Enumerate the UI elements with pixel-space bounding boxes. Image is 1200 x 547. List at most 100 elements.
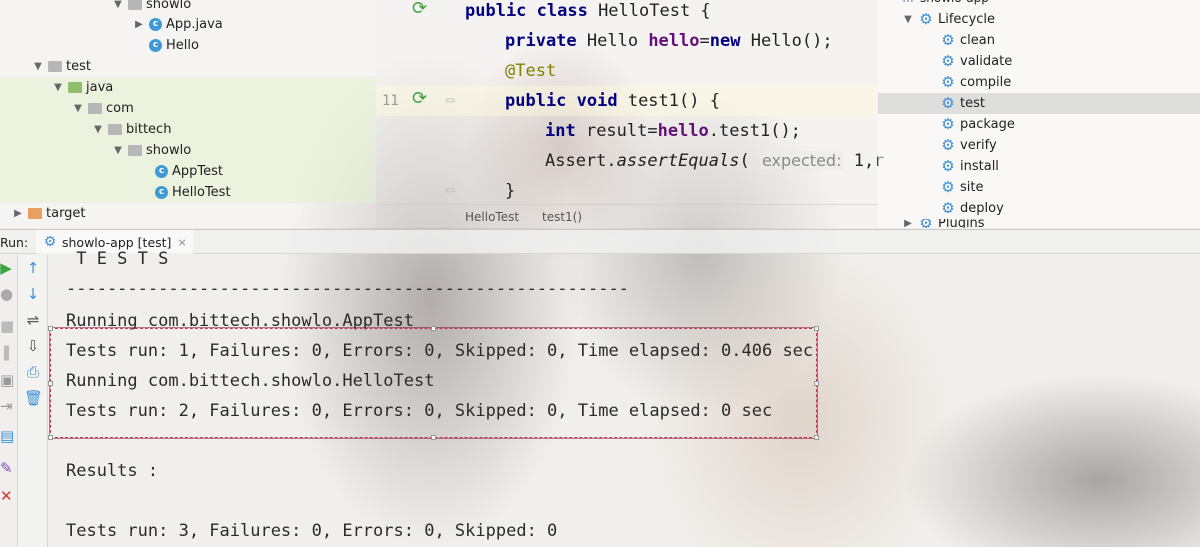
maven-project[interactable]: m showlo-app bbox=[900, 0, 989, 9]
code-line: } bbox=[505, 181, 516, 201]
fold-icon[interactable]: ▭ bbox=[446, 182, 468, 204]
fold-icon[interactable]: ▭ bbox=[446, 92, 468, 114]
java-class-icon: c bbox=[149, 39, 162, 52]
test-class-icon: c bbox=[155, 186, 168, 199]
maven-phase-deploy[interactable]: ⚙ deploy bbox=[940, 198, 1004, 219]
gear-icon: ⚙ bbox=[941, 94, 955, 112]
chevron-right-icon[interactable]: ▶ bbox=[133, 14, 145, 35]
parameter-hint: expected: bbox=[759, 151, 844, 170]
code-line: int result=hello.test1(); bbox=[545, 121, 801, 141]
resize-handle[interactable] bbox=[814, 326, 819, 331]
rerun-icon[interactable]: ▶ bbox=[0, 259, 12, 277]
run-tool-window-header: Run: ⚙ showlo-app [test] × bbox=[0, 229, 1200, 254]
test-class-icon: c bbox=[155, 165, 168, 178]
arrow-up-icon[interactable]: ↑ bbox=[24, 259, 42, 277]
chevron-down-icon[interactable]: ▼ bbox=[52, 77, 64, 98]
line-number: 11 bbox=[382, 93, 399, 109]
maven-lifecycle[interactable]: ▼ ⚙ Lifecycle bbox=[902, 9, 995, 30]
chevron-down-icon[interactable]: ▼ bbox=[72, 98, 84, 119]
resize-handle[interactable] bbox=[48, 326, 53, 331]
scroll-to-end-icon[interactable]: ⇩ bbox=[24, 337, 42, 355]
tree-item-showlo-test[interactable]: ▼ showlo bbox=[0, 140, 376, 161]
chevron-right-icon[interactable]: ▶ bbox=[12, 203, 24, 224]
excluded-folder-icon bbox=[28, 208, 42, 219]
maven-phase-test[interactable]: ⚙ test bbox=[878, 93, 1200, 114]
resize-handle[interactable] bbox=[431, 326, 436, 331]
maven-phase-compile[interactable]: ⚙ compile bbox=[940, 72, 1011, 93]
gear-icon: ⚙ bbox=[43, 234, 57, 250]
stop-icon[interactable]: ■ bbox=[0, 317, 14, 335]
folder-icon bbox=[128, 145, 142, 156]
gear-icon: ⚙ bbox=[941, 157, 955, 175]
chevron-down-icon[interactable]: ▼ bbox=[112, 140, 124, 161]
gear-icon: ⚙ bbox=[941, 178, 955, 196]
resize-handle[interactable] bbox=[814, 435, 819, 440]
maven-icon: m bbox=[900, 0, 916, 9]
chevron-down-icon[interactable]: ▼ bbox=[902, 9, 914, 30]
resize-handle[interactable] bbox=[431, 435, 436, 440]
soft-wrap-icon[interactable]: ⇌ bbox=[24, 311, 42, 329]
maven-phase-verify[interactable]: ⚙ verify bbox=[940, 135, 996, 156]
tree-item-app-java[interactable]: ▶ c App.java bbox=[133, 14, 223, 35]
close-icon[interactable]: × bbox=[177, 236, 186, 249]
console-toolbar: ↑ ↓ ⇌ ⇩ ⎙ 🗑 bbox=[18, 255, 48, 547]
editor-breadcrumb: HelloTest test1() bbox=[376, 204, 878, 228]
trash-icon[interactable]: 🗑 bbox=[24, 389, 43, 407]
settings-icon[interactable]: ✎ bbox=[0, 459, 13, 477]
maven-panel: m showlo-app ▼ ⚙ Lifecycle ⚙clean ⚙valid… bbox=[878, 0, 1200, 228]
project-tree: ▼ showlo ▶ c App.java c Hello ▼ test ▼ j… bbox=[0, 0, 376, 228]
maven-phase-package[interactable]: ⚙ package bbox=[940, 114, 1015, 135]
code-line: public class HelloTest { bbox=[465, 1, 711, 21]
run-test-icon[interactable]: ⟳ bbox=[412, 88, 434, 110]
resize-handle[interactable] bbox=[48, 435, 53, 440]
pause-icon[interactable]: ❚ bbox=[0, 343, 13, 361]
tree-item-apptest[interactable]: c AppTest bbox=[0, 161, 376, 182]
gear-icon: ⚙ bbox=[941, 136, 955, 154]
resize-handle[interactable] bbox=[48, 381, 53, 386]
layout-icon[interactable]: ▤ bbox=[0, 427, 14, 445]
chevron-down-icon[interactable]: ▼ bbox=[112, 0, 124, 15]
code-editor[interactable]: ⟳ 11 ⟳ ▭ ▭ public class HelloTest { priv… bbox=[376, 0, 884, 228]
chevron-down-icon[interactable]: ▼ bbox=[32, 56, 44, 77]
tree-item-com[interactable]: ▼ com bbox=[0, 98, 376, 119]
chevron-right-icon[interactable]: ▶ bbox=[902, 219, 914, 228]
exit-icon[interactable]: ⇥ bbox=[0, 397, 13, 415]
selection-rectangle[interactable] bbox=[48, 326, 819, 440]
resize-handle[interactable] bbox=[814, 381, 819, 386]
plugins-icon: ⚙ bbox=[919, 219, 933, 228]
maven-phase-clean[interactable]: ⚙ clean bbox=[940, 30, 995, 51]
print-icon[interactable]: ⎙ bbox=[24, 363, 42, 381]
tree-item-target[interactable]: ▶ target bbox=[12, 203, 85, 224]
code-line: public void test1() { bbox=[505, 91, 720, 111]
camera-icon[interactable]: ▣ bbox=[0, 371, 14, 389]
close-icon[interactable]: ✕ bbox=[0, 487, 13, 505]
tree-item-java[interactable]: ▼ java bbox=[0, 77, 376, 98]
folder-icon bbox=[48, 61, 62, 72]
run-test-icon[interactable]: ⟳ bbox=[412, 0, 434, 20]
tree-item-test[interactable]: ▼ test bbox=[32, 56, 91, 77]
maven-plugins[interactable]: ▶ ⚙ Plugins bbox=[902, 219, 984, 228]
tree-item-bittech[interactable]: ▼ bittech bbox=[0, 119, 376, 140]
maven-phase-site[interactable]: ⚙ site bbox=[940, 177, 983, 198]
run-label: Run: bbox=[0, 235, 29, 250]
tree-item-hello[interactable]: c Hello bbox=[149, 35, 199, 56]
code-line: private Hello hello=new Hello(); bbox=[505, 31, 833, 51]
gear-icon: ⚙ bbox=[941, 52, 955, 70]
gear-icon: ⚙ bbox=[941, 115, 955, 133]
breadcrumb-method[interactable]: test1() bbox=[542, 210, 582, 224]
console-output[interactable]: T E S T S ------------------------------… bbox=[48, 249, 1200, 547]
arrow-down-icon[interactable]: ↓ bbox=[24, 285, 42, 303]
console-line: Tests run: 3, Failures: 0, Errors: 0, Sk… bbox=[66, 521, 558, 541]
tree-item-hellotest[interactable]: c HelloTest bbox=[0, 182, 376, 203]
lifecycle-icon: ⚙ bbox=[919, 10, 933, 28]
maven-phase-validate[interactable]: ⚙ validate bbox=[940, 51, 1012, 72]
code-line: @Test bbox=[505, 61, 557, 81]
tree-item-showlo-main[interactable]: ▼ showlo bbox=[112, 0, 191, 15]
code-line: Assert.assertEquals( expected: 1,r bbox=[545, 151, 885, 171]
gear-icon: ⚙ bbox=[941, 73, 955, 91]
maven-phase-install[interactable]: ⚙ install bbox=[940, 156, 999, 177]
folder-icon bbox=[108, 124, 122, 135]
debug-icon[interactable]: ● bbox=[0, 285, 13, 303]
chevron-down-icon[interactable]: ▼ bbox=[92, 119, 104, 140]
breadcrumb-class[interactable]: HelloTest bbox=[465, 210, 519, 224]
